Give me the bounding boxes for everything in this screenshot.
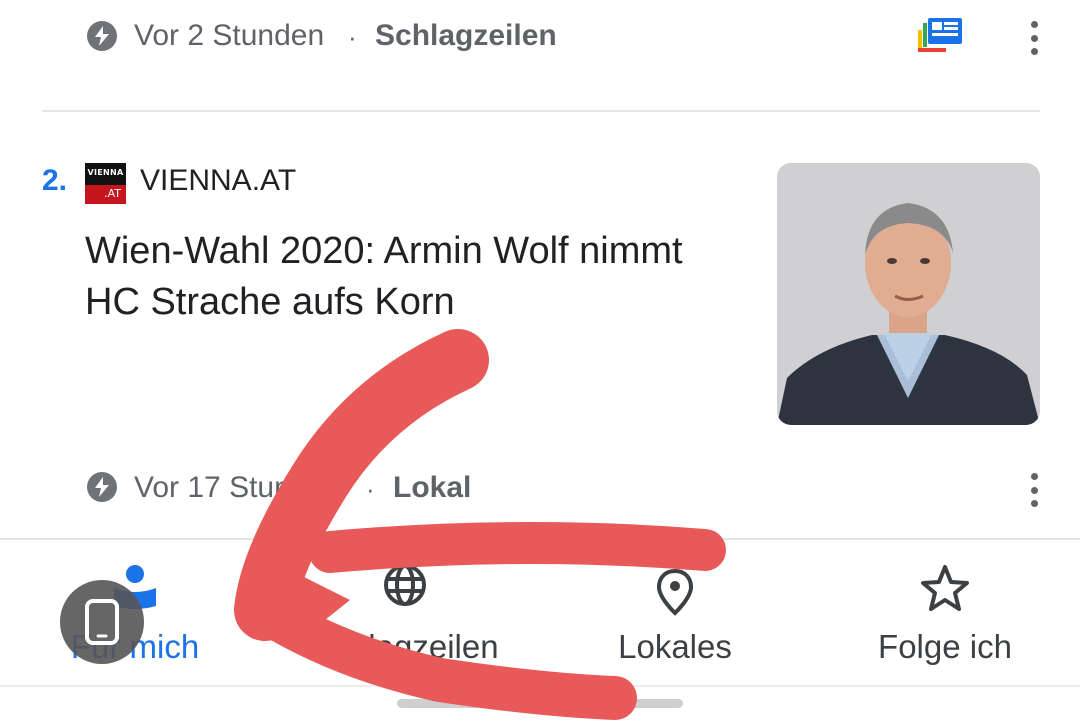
vienna-at-logo: VIENNA .AT <box>85 163 126 204</box>
bottom-navigation: Für mich Schlagzeilen Lokales Folge <box>0 538 1080 726</box>
meta-separator: · <box>348 22 357 52</box>
article-source[interactable]: VIENNA.AT <box>140 164 296 198</box>
nav-item-local[interactable]: Lokales <box>540 540 810 690</box>
article-time: Vor 17 Stunden <box>134 471 341 504</box>
article-rank: 2. <box>42 164 68 197</box>
nav-item-headlines[interactable]: Schlagzeilen <box>270 540 540 690</box>
lightning-icon <box>87 472 117 502</box>
article-category: Schlagzeilen <box>375 19 557 52</box>
article-time: Vor 2 Stunden <box>134 19 325 52</box>
article-headline[interactable]: Wien-Wahl 2020: Armin Wolf nimmt HC Stra… <box>85 226 725 328</box>
location-pin-icon <box>656 568 706 618</box>
nav-bottom-divider <box>0 685 1080 687</box>
phone-icon <box>85 599 119 645</box>
article-category: Lokal <box>393 471 472 504</box>
nav-label: Folge ich <box>878 628 1012 665</box>
more-options-icon[interactable] <box>1029 473 1039 507</box>
phone-overlay-button[interactable] <box>60 580 144 664</box>
lightning-icon <box>87 21 117 51</box>
gesture-navigation-bar[interactable] <box>397 699 683 708</box>
top-article-meta-row: Vor 2 Stunden · Schlagzeilen <box>0 0 1080 74</box>
nav-label: Lokales <box>618 628 732 665</box>
more-options-icon[interactable] <box>1029 21 1039 55</box>
nav-item-following[interactable]: Folge ich <box>810 540 1080 690</box>
divider <box>42 110 1040 112</box>
full-coverage-icon[interactable] <box>918 18 962 54</box>
meta-separator: · <box>366 474 375 504</box>
article-thumbnail[interactable] <box>777 163 1040 425</box>
nav-label: Schlagzeilen <box>311 628 499 665</box>
star-icon <box>920 564 970 614</box>
globe-icon <box>382 562 432 612</box>
